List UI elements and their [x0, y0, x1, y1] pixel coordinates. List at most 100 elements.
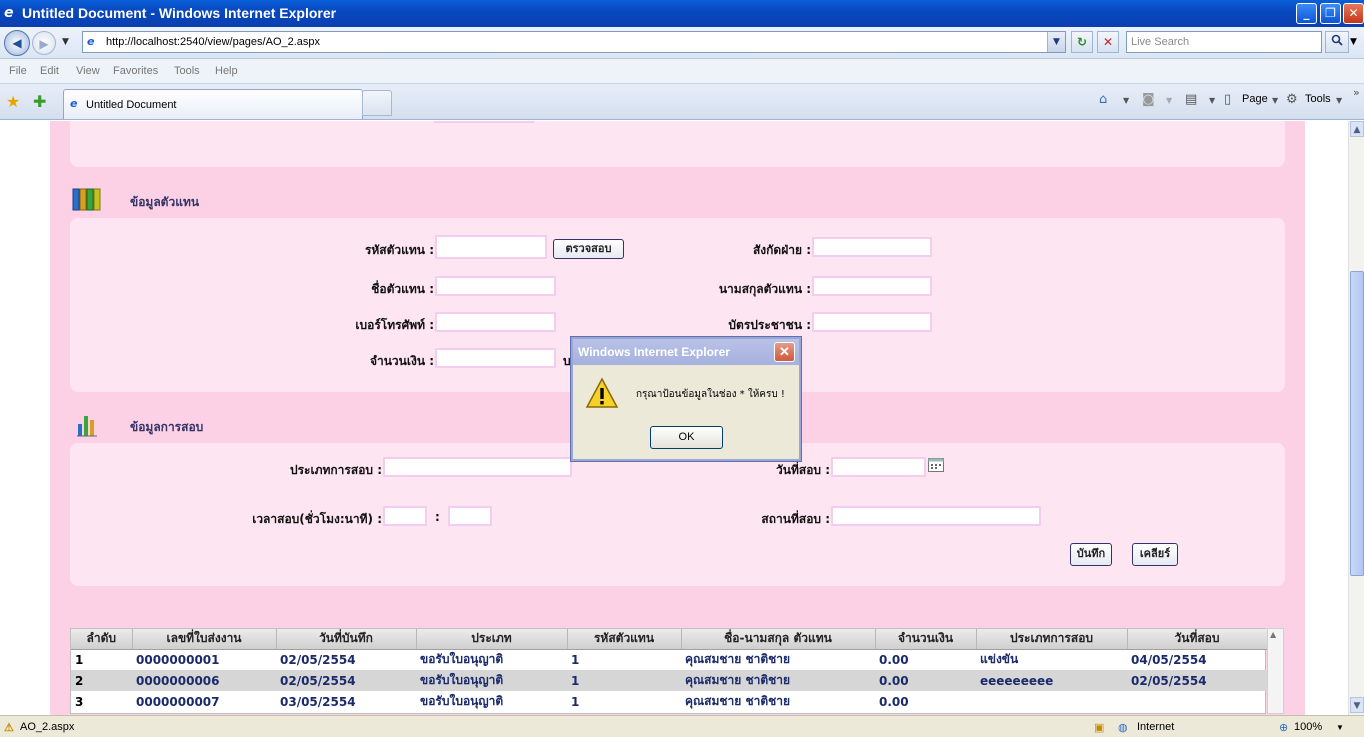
- history-dropdown-icon[interactable]: ▼: [62, 37, 69, 47]
- table-row[interactable]: 2 0000000006 02/05/2554 ขอรับใบอนุญาติ 1…: [71, 670, 1267, 691]
- search-input[interactable]: Live Search: [1126, 31, 1322, 53]
- window-title: Untitled Document - Windows Internet Exp…: [22, 5, 337, 21]
- zoom-dropdown-icon[interactable]: ▼: [1336, 723, 1344, 732]
- status-zone: Internet: [1137, 721, 1175, 733]
- top-field[interactable]: [434, 121, 534, 123]
- zoom-icon: ⊕: [1279, 722, 1289, 734]
- page-scrollbar[interactable]: ▲ ▼: [1348, 121, 1364, 715]
- tab-page-icon: e: [70, 97, 78, 110]
- cell: แข่งขัน: [980, 652, 1019, 667]
- bar-chart-icon: [76, 410, 98, 441]
- home-icon[interactable]: ⌂: [1099, 92, 1107, 107]
- cell: eeeeeeeee: [976, 670, 1127, 691]
- cell: 04/05/2554: [1131, 652, 1207, 667]
- exam-type-input[interactable]: [383, 457, 572, 477]
- cell: 0.00: [879, 652, 909, 667]
- scroll-down-icon[interactable]: ▼: [1350, 697, 1364, 713]
- page-menu-icon: ▯: [1224, 92, 1232, 107]
- table-row[interactable]: 3 0000000007 03/05/2554 ขอรับใบอนุญาติ 1…: [71, 691, 1267, 712]
- page-dropdown-icon[interactable]: ▼: [1272, 96, 1278, 105]
- binders-icon: [72, 187, 102, 214]
- scroll-thumb[interactable]: [1350, 271, 1364, 576]
- dialog-message: กรุณาป้อนข้อมูลในช่อง * ให้ครบ !: [636, 389, 785, 400]
- calendar-icon[interactable]: [928, 458, 944, 475]
- check-button[interactable]: ตรวจสอบ: [553, 239, 624, 259]
- col-header[interactable]: ประเภทการสอบ: [976, 629, 1128, 650]
- menu-file[interactable]: File: [9, 65, 27, 77]
- clear-button[interactable]: เคลียร์: [1132, 543, 1178, 566]
- save-button[interactable]: บันทึก: [1070, 543, 1112, 566]
- menu-tools[interactable]: Tools: [174, 65, 200, 77]
- search-button[interactable]: [1325, 31, 1349, 53]
- col-header[interactable]: วันที่สอบ: [1127, 629, 1268, 650]
- refresh-button[interactable]: ↻: [1071, 31, 1093, 53]
- menu-help[interactable]: Help: [215, 65, 238, 77]
- time-separator: :: [435, 510, 440, 524]
- address-dropdown-icon[interactable]: ▼: [1047, 32, 1065, 52]
- grid-scrollbar[interactable]: ▲: [1267, 628, 1284, 714]
- amount-suffix: บ: [563, 354, 571, 368]
- agent-surname-label: นามสกุลตัวแทน :: [718, 282, 811, 296]
- exam-minute-input[interactable]: [448, 506, 492, 526]
- search-placeholder: Live Search: [1131, 36, 1190, 48]
- agent-name-input[interactable]: [435, 276, 556, 296]
- exam-date-label: วันที่สอบ :: [776, 463, 830, 477]
- minimize-button[interactable]: _: [1296, 3, 1317, 24]
- new-tab-button[interactable]: [362, 90, 392, 116]
- cell: 2: [71, 670, 132, 691]
- alert-dialog: Windows Internet Explorer ✕ กรุณาป้อนข้อ…: [571, 337, 801, 461]
- protected-mode-icon[interactable]: ▣: [1094, 721, 1104, 734]
- col-header[interactable]: ลำดับ: [71, 629, 133, 650]
- records-grid: ลำดับ เลขที่ใบส่งงาน วันที่บันทึก ประเภท…: [70, 628, 1268, 714]
- home-dropdown-icon[interactable]: ▼: [1123, 96, 1129, 105]
- cell: 1: [571, 694, 580, 709]
- menu-edit[interactable]: Edit: [40, 65, 59, 77]
- phone-input[interactable]: [435, 312, 556, 332]
- agent-code-label: รหัสตัวแทน :: [364, 243, 434, 257]
- col-header[interactable]: รหัสตัวแทน: [567, 629, 682, 650]
- amount-input[interactable]: [435, 348, 556, 368]
- col-header[interactable]: จำนวนเงิน: [875, 629, 977, 650]
- status-zoom[interactable]: 100%: [1294, 721, 1322, 733]
- page-menu[interactable]: Page: [1242, 93, 1268, 105]
- agent-code-input[interactable]: [435, 235, 547, 259]
- menu-view[interactable]: View: [76, 65, 100, 77]
- tools-menu[interactable]: Tools: [1305, 93, 1331, 105]
- col-header[interactable]: วันที่บันทึก: [276, 629, 417, 650]
- window-title-bar: e Untitled Document - Windows Internet E…: [0, 0, 1364, 27]
- chevron-more-icon[interactable]: »: [1353, 86, 1360, 99]
- menu-favorites[interactable]: Favorites: [113, 65, 158, 77]
- exam-place-input[interactable]: [831, 506, 1041, 526]
- back-button[interactable]: ◀: [4, 30, 30, 56]
- print-dropdown-icon[interactable]: ▼: [1209, 96, 1215, 105]
- cell: 1: [75, 652, 84, 667]
- add-favorite-icon[interactable]: ✚: [33, 92, 46, 111]
- stop-button[interactable]: ✕: [1097, 31, 1119, 53]
- col-header[interactable]: ประเภท: [416, 629, 568, 650]
- feeds-dropdown-icon[interactable]: ▼: [1166, 96, 1172, 105]
- search-options-icon[interactable]: ▼: [1350, 37, 1357, 47]
- print-icon[interactable]: ▤: [1185, 92, 1197, 107]
- feeds-icon[interactable]: ◙: [1142, 92, 1155, 107]
- forward-button[interactable]: ▶: [32, 31, 56, 55]
- ok-button[interactable]: OK: [650, 426, 723, 449]
- warning-status-icon: ⚠: [4, 722, 14, 734]
- grid-scroll-up-icon[interactable]: ▲: [1270, 630, 1276, 639]
- table-row[interactable]: 1 0000000001 02/05/2554 ขอรับใบอนุญาติ 1…: [71, 649, 1267, 670]
- maximize-button[interactable]: ❐: [1320, 3, 1341, 24]
- tools-dropdown-icon[interactable]: ▼: [1336, 96, 1342, 105]
- id-card-input[interactable]: [812, 312, 932, 332]
- department-input[interactable]: [812, 237, 932, 257]
- col-header[interactable]: เลขที่ใบส่งงาน: [132, 629, 277, 650]
- address-field[interactable]: e http://localhost:2540/view/pages/AO_2.…: [82, 31, 1066, 53]
- exam-date-input[interactable]: [831, 457, 926, 477]
- col-header[interactable]: ชื่อ-นามสกุล ตัวแทน: [681, 629, 876, 650]
- cell: 02/05/2554: [280, 652, 356, 667]
- agent-surname-input[interactable]: [812, 276, 932, 296]
- favorites-star-icon[interactable]: ★: [6, 92, 20, 111]
- close-window-button[interactable]: ✕: [1343, 3, 1364, 24]
- tab-untitled-document[interactable]: e Untitled Document: [63, 89, 363, 119]
- exam-hour-input[interactable]: [383, 506, 427, 526]
- scroll-up-icon[interactable]: ▲: [1350, 121, 1364, 137]
- dialog-close-button[interactable]: ✕: [774, 342, 795, 362]
